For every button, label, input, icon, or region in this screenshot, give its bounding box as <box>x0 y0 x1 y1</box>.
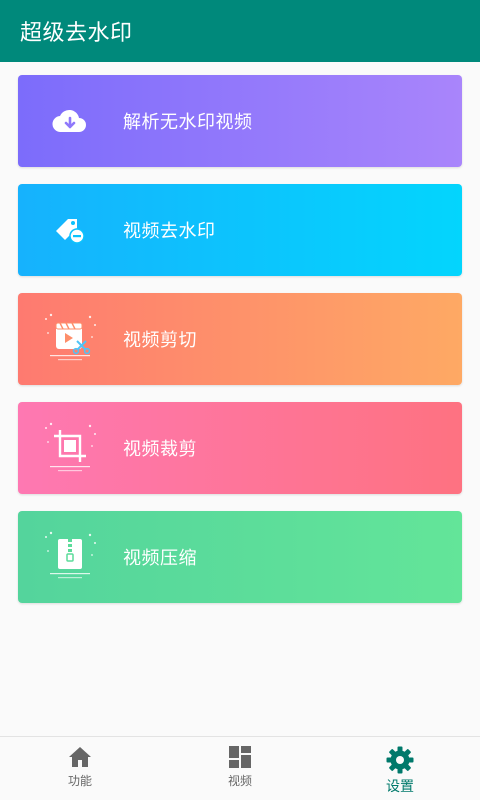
home-icon <box>69 747 91 767</box>
tab-features[interactable]: 功能 <box>0 737 160 800</box>
tag-remove-icon <box>40 200 100 260</box>
parse-no-watermark-video-button[interactable]: 解析无水印视频 <box>18 75 462 167</box>
tab-label: 功能 <box>67 774 92 788</box>
tab-label: 视频 <box>227 774 252 788</box>
tab-settings[interactable]: 设置 <box>320 737 480 800</box>
video-cut-button[interactable]: 视频剪切 <box>18 293 462 385</box>
app-title: 超级去水印 <box>20 21 133 46</box>
cloud-download-icon <box>40 91 100 151</box>
feature-label: 视频压缩 <box>123 548 197 569</box>
feature-label: 解析无水印视频 <box>123 112 253 133</box>
video-remove-watermark-button[interactable]: 视频去水印 <box>18 184 462 276</box>
dashboard-grid-icon <box>229 746 251 768</box>
video-crop-button[interactable]: 视频裁剪 <box>18 402 462 494</box>
feature-label: 视频去水印 <box>123 221 216 242</box>
zip-compress-icon <box>40 527 100 587</box>
bottom-navigation: 功能 视频 设置 <box>0 736 480 800</box>
feature-label: 视频裁剪 <box>123 439 197 460</box>
feature-list: 解析无水印视频 视频去水印 视频剪切 视频裁剪 视频压缩 <box>18 75 462 620</box>
crop-icon <box>40 418 100 478</box>
video-scissors-icon <box>40 309 100 369</box>
app-bar: 超级去水印 <box>0 0 480 62</box>
tab-videos[interactable]: 视频 <box>160 737 320 800</box>
gear-icon <box>386 746 414 774</box>
feature-label: 视频剪切 <box>123 330 197 351</box>
tab-label: 设置 <box>386 779 414 795</box>
video-compress-button[interactable]: 视频压缩 <box>18 511 462 603</box>
